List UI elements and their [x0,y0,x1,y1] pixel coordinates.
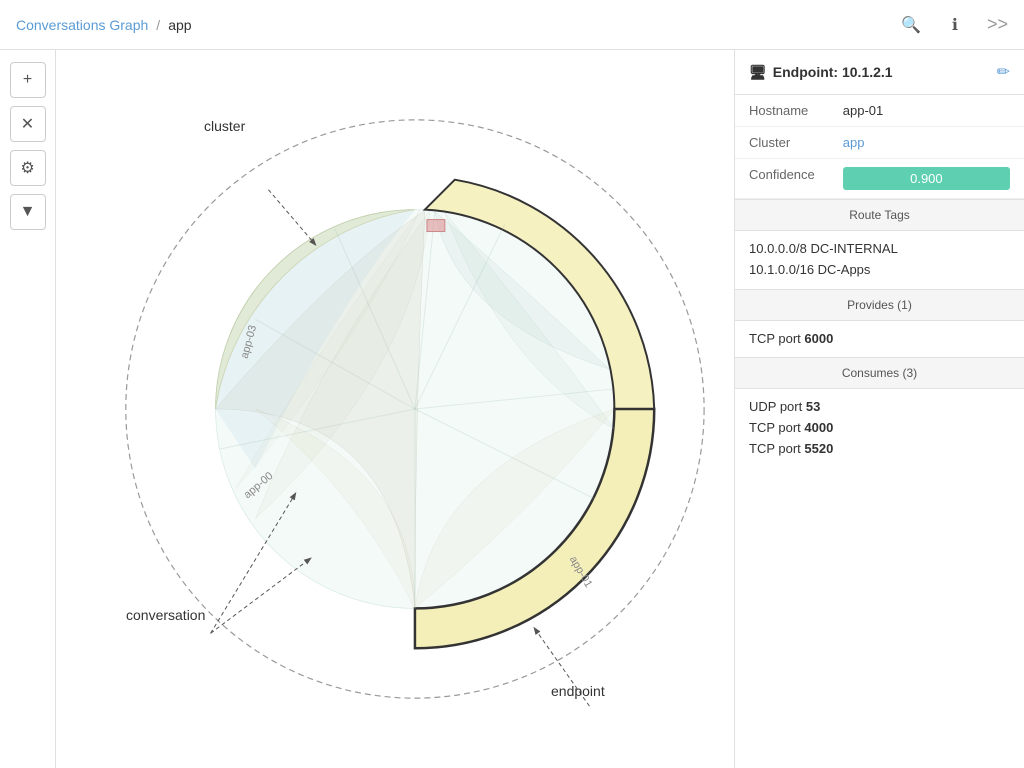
breadcrumb-current: app [168,17,191,33]
right-panel: 🖥 Endpoint: 10.1.2.1 ✏ Hostname app-01 C… [734,50,1024,768]
consumes-port-1: 53 [806,399,820,414]
gear-icon: ⚙ [20,158,34,178]
route-tag-2: 10.1.0.0/16 DC-Apps [749,260,1010,281]
confidence-badge: 0.900 [843,167,1010,190]
consumes-item-2: TCP port 4000 [749,418,1010,439]
panel-header: 🖥 Endpoint: 10.1.2.1 ✏ [735,50,1024,95]
x-icon: ✕ [21,114,34,134]
route-tags-content: 10.0.0.0/8 DC-INTERNAL 10.1.0.0/16 DC-Ap… [735,231,1024,289]
settings-button[interactable]: ⚙ [10,150,46,186]
edit-icon[interactable]: ✏ [997,62,1010,82]
provides-item-1: TCP port 6000 [749,329,1010,350]
graph-svg: app-03 app-00 app-01 [56,50,734,768]
monitor-icon: 🖥 [749,64,767,81]
breadcrumb-separator: / [156,17,160,33]
provides-header: Provides (1) [735,289,1024,321]
endpoint-label: endpoint [551,683,605,699]
confidence-row: Confidence 0.900 [735,159,1024,199]
panel-info-table: Hostname app-01 Cluster app Confidence 0… [735,95,1024,199]
cluster-link[interactable]: app [843,135,865,150]
breadcrumb-conversations-graph[interactable]: Conversations Graph [16,17,148,33]
close-button[interactable]: ✕ [10,106,46,142]
search-button[interactable]: 🔍 [895,9,927,41]
consumes-item-3: TCP port 5520 [749,439,1010,460]
info-icon: ℹ [952,15,958,35]
panel-title: 🖥 Endpoint: 10.1.2.1 [749,64,893,81]
route-tag-1: 10.0.0.0/8 DC-INTERNAL [749,239,1010,260]
consumes-header: Consumes (3) [735,357,1024,389]
cluster-value[interactable]: app [829,127,1024,159]
cluster-row: Cluster app [735,127,1024,159]
cluster-label: cluster [204,118,245,134]
cluster-label-cell: Cluster [735,127,829,159]
confidence-value-cell: 0.900 [829,159,1024,199]
search-icon: 🔍 [901,15,921,35]
toolbar: + ✕ ⚙ ▼ [0,50,56,768]
main-content: + ✕ ⚙ ▼ [0,50,1024,768]
plus-icon: + [23,71,32,89]
confidence-label: Confidence [735,159,829,199]
info-button[interactable]: ℹ [939,9,971,41]
header: Conversations Graph / app 🔍 ℹ >> [0,0,1024,50]
graph-area[interactable]: app-03 app-00 app-01 cluster conversatio… [56,50,734,768]
consumes-item-1: UDP port 53 [749,397,1010,418]
route-tags-header: Route Tags [735,199,1024,231]
hostname-row: Hostname app-01 [735,95,1024,127]
hostname-label: Hostname [735,95,829,127]
provides-port-1: 6000 [804,331,833,346]
consumes-port-3: 5520 [804,441,833,456]
filter-icon: ▼ [20,203,36,221]
endpoint-title: Endpoint: 10.1.2.1 [773,64,893,80]
consumes-content: UDP port 53 TCP port 4000 TCP port 5520 [735,389,1024,467]
breadcrumb: Conversations Graph / app [16,17,192,33]
expand-button[interactable]: >> [987,14,1008,35]
header-icons: 🔍 ℹ >> [895,9,1008,41]
hostname-value: app-01 [829,95,1024,127]
consumes-port-2: 4000 [804,420,833,435]
add-button[interactable]: + [10,62,46,98]
provides-content: TCP port 6000 [735,321,1024,358]
conversation-label: conversation [126,607,205,623]
filter-button[interactable]: ▼ [10,194,46,230]
